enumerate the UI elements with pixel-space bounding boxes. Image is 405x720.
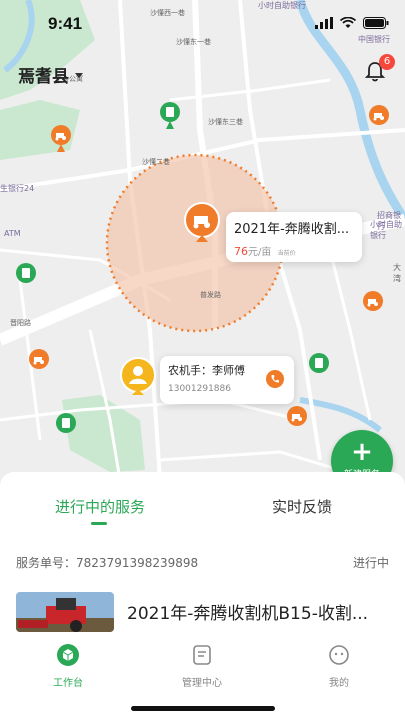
- service-title: 2021年-奔腾收割...: [234, 222, 350, 237]
- app-screen: 沙懂西一巷 沙懂东一巷 沙懂二巷 沙懂东三巷 小时自助银行 中国银行 招商银行 …: [0, 0, 405, 720]
- order-number: 7823791398239898: [76, 556, 199, 570]
- nav-label: 管理中心: [182, 678, 222, 689]
- tab-indicator: [91, 522, 107, 525]
- nav-label: 工作台: [53, 678, 83, 689]
- cube-icon: [57, 644, 79, 666]
- tractor-pin-icon[interactable]: [28, 348, 50, 376]
- region-selector[interactable]: 焉耆县: [18, 62, 83, 87]
- price-note: 当前价: [277, 250, 296, 257]
- nav-profile[interactable]: 我的: [309, 644, 369, 689]
- order-status: 进行中: [352, 556, 389, 570]
- home-indicator: [131, 706, 275, 711]
- service-point-pin-icon[interactable]: [308, 352, 330, 380]
- document-icon: [193, 645, 211, 665]
- order-title: 2021年-奔腾收割机B15-收割...: [127, 604, 369, 624]
- status-bar: 9:41: [0, 0, 405, 48]
- tractor-pin-icon[interactable]: [50, 124, 72, 152]
- street-label: 大湾: [393, 263, 401, 283]
- operator-info-card[interactable]: 农机手：李师傅 13001291886: [160, 356, 294, 404]
- notification-badge: 6: [379, 54, 395, 70]
- street-label: 普发路: [200, 291, 221, 299]
- harvester-image: [16, 592, 114, 632]
- harvester-pin-icon[interactable]: [184, 202, 220, 246]
- wifi-icon: [340, 17, 356, 28]
- harvester-thumbnail: [16, 592, 114, 632]
- service-price: 76: [234, 245, 248, 258]
- nav-label: 我的: [329, 678, 349, 689]
- tractor-pin-icon[interactable]: [286, 405, 308, 433]
- street-label: ATM: [4, 229, 21, 238]
- nav-management[interactable]: 管理中心: [172, 644, 232, 689]
- phone-icon: [271, 375, 279, 383]
- signal-icon: [315, 17, 333, 29]
- plus-icon: +: [351, 437, 373, 467]
- service-point-pin-icon[interactable]: [15, 262, 37, 290]
- order-number-row: 服务单号：7823791398239898 进行中: [16, 554, 389, 571]
- region-name: 焉耆县: [18, 67, 69, 87]
- nav-workbench[interactable]: 工作台: [38, 644, 98, 689]
- price-unit: 元/亩: [248, 247, 272, 258]
- operator-pin-icon[interactable]: [120, 357, 156, 399]
- status-time: 9:41: [48, 14, 83, 33]
- caret-down-icon: [75, 73, 83, 78]
- order-number-label: 服务单号：: [16, 556, 77, 570]
- tab-feedback[interactable]: 实时反馈: [272, 496, 332, 517]
- street-label: 沙懂二巷: [142, 158, 170, 166]
- face-icon: [329, 645, 349, 665]
- service-info-card[interactable]: 2021年-奔腾收割... 76元/亩 当前价: [226, 212, 362, 262]
- tractor-pin-icon[interactable]: [368, 104, 390, 132]
- street-label: 晋阳路: [10, 319, 31, 327]
- service-tabs: 进行中的服务 实时反馈: [0, 472, 405, 532]
- street-label: 小时自助银行: [370, 220, 402, 240]
- call-button[interactable]: [266, 370, 284, 388]
- price-line: 76元/亩 当前价: [234, 243, 354, 258]
- battery-icon: [363, 17, 389, 29]
- status-icons: [315, 17, 389, 29]
- street-label: 沙懂东三巷: [208, 118, 243, 126]
- tab-in-progress[interactable]: 进行中的服务: [55, 496, 145, 517]
- street-label: 生银行24: [0, 184, 35, 193]
- service-point-pin-icon[interactable]: [159, 101, 181, 129]
- tractor-pin-icon[interactable]: [362, 290, 384, 318]
- map-view[interactable]: 沙懂西一巷 沙懂东一巷 沙懂二巷 沙懂东三巷 小时自助银行 中国银行 招商银行 …: [0, 0, 405, 490]
- order-item[interactable]: 2021年-奔腾收割机B15-收割...: [16, 592, 389, 632]
- service-point-pin-icon[interactable]: [55, 412, 77, 440]
